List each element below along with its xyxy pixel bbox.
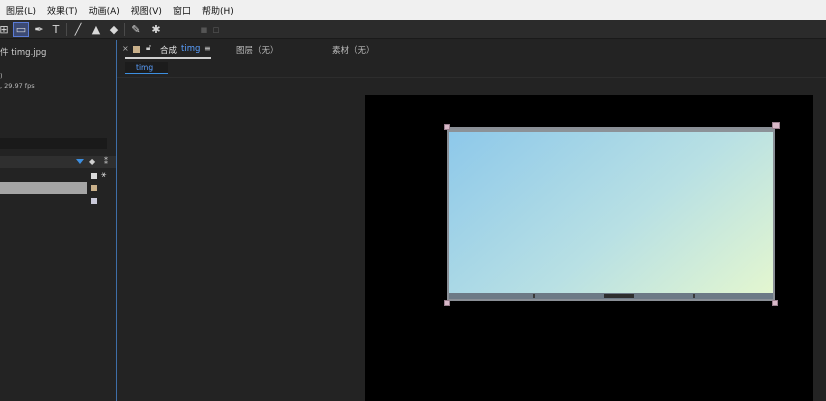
comp-breadcrumb[interactable]: timg [125,62,168,74]
panel-tabbar: × 🔓︎ 合成 timg ≡ 图层（无） 素材（无） [117,40,826,62]
pen-tool-icon[interactable]: ✒ [31,22,47,37]
folder-icon[interactable] [91,173,97,179]
brush-tool-icon[interactable]: ╱ [70,22,86,37]
label-tag-icon[interactable]: ◆ [89,157,95,166]
menu-layer[interactable]: 图层(L) [6,4,36,17]
composition-viewer[interactable] [365,95,813,401]
eraser-tool-icon[interactable]: ◆ [106,22,122,37]
viewer-divider [117,77,826,78]
tab-layer[interactable]: 图层（无） [236,44,279,56]
toolbar-separator [124,23,125,36]
transform-handle-bottom-right[interactable] [772,300,778,306]
image-layer[interactable] [447,127,775,301]
lock-icon[interactable]: 🔓︎ [146,43,151,53]
project-item-fps: , 29.97 fps [0,82,35,90]
menu-animation[interactable]: 动画(A) [89,4,120,17]
menu-view[interactable]: 视图(V) [131,4,162,17]
puppet-pin-tool-icon[interactable]: ✱ [148,22,164,37]
label-color-swatch[interactable] [91,185,97,191]
column-toggle-icon[interactable]: ⁑ [104,157,108,166]
clone-stamp-tool-icon[interactable]: ▲ [88,22,104,37]
disabled-tool-icon: ▫ [212,23,220,36]
new-item-icon[interactable] [91,198,97,204]
close-icon[interactable]: × [122,44,129,53]
project-search-input[interactable] [0,138,107,149]
layer-top-edge [449,129,773,132]
breadcrumb-label: timg [136,63,154,72]
text-tool-icon[interactable]: T [48,22,64,37]
tab-footage[interactable]: 素材（无） [332,44,375,56]
project-item-name: 件 timg.jpg [0,48,47,58]
composition-panel: × 🔓︎ 合成 timg ≡ 图层（无） 素材（无） timg [117,40,826,401]
taskbar-mark [533,294,535,298]
toolbar: ⊞ ▭ ✒ T ╱ ▲ ◆ ✎ ✱ ▪ ▫ [0,20,826,39]
project-list-row[interactable] [0,182,87,194]
transform-handle-top-left[interactable] [444,124,450,130]
toolbar-separator [66,23,67,36]
menu-icon[interactable]: ≡ [204,44,211,53]
roto-brush-tool-icon[interactable]: ✎ [128,22,144,37]
hand-tool-icon[interactable]: ⊞ [0,22,12,37]
transform-handle-top-right[interactable] [772,122,780,129]
tab-composition-name[interactable]: timg [181,44,200,54]
taskbar-strip [449,293,773,299]
project-column-header[interactable]: ◆ ⁑ [0,156,116,168]
menu-bar: 图层(L) 效果(T) 动画(A) 视图(V) 窗口 帮助(H) [0,0,826,20]
transform-handle-bottom-left[interactable] [444,300,450,306]
taskbar-active-item [604,294,634,298]
menu-help[interactable]: 帮助(H) [202,4,234,17]
project-panel: 件 timg.jpg ) , 29.97 fps ◆ ⁑ ⚹ [0,40,116,401]
flowchart-icon[interactable]: ⚹ [101,170,106,180]
rectangle-tool-icon[interactable]: ▭ [13,22,29,37]
menu-effect[interactable]: 效果(T) [47,4,78,17]
tab-composition-label[interactable]: 合成 [160,44,177,56]
project-item-info: ) [0,72,3,80]
active-tab-indicator [125,57,211,59]
sort-arrow-icon[interactable] [76,159,84,164]
taskbar-mark [693,294,695,298]
tab-color-swatch [133,46,140,53]
menu-window[interactable]: 窗口 [173,4,191,17]
